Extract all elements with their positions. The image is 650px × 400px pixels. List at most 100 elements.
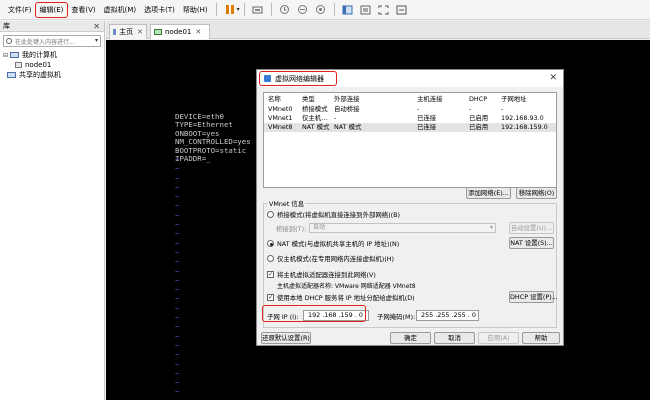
cell: -: [501, 105, 504, 113]
option-label: 使用本地 DHCP 服务将 IP 地址分配给虚拟机(D): [277, 294, 415, 302]
dhcp-settings-button[interactable]: DHCP 设置(P)...: [509, 291, 558, 303]
remove-network-button[interactable]: 移除网络(O): [516, 187, 557, 199]
cell: -: [334, 114, 337, 122]
column-header[interactable]: 子网地址: [501, 95, 527, 104]
cell: VMnet0: [268, 105, 293, 113]
vi-tilde: ~: [175, 247, 180, 257]
cell: -: [469, 105, 472, 113]
vi-tilde: ~: [175, 266, 180, 276]
fullscreen-button[interactable]: [377, 3, 391, 17]
unity-button[interactable]: [359, 3, 373, 17]
menu-view[interactable]: 查看(V): [67, 3, 99, 17]
column-header[interactable]: 类型: [302, 95, 315, 104]
send-keys-button[interactable]: [251, 3, 265, 17]
tab-node01[interactable]: node01 ✕: [150, 24, 210, 39]
bridge-mode-radio[interactable]: 桥接模式(将虚拟机直接连接到外部网络)(B): [267, 210, 400, 219]
pause-button[interactable]: [223, 3, 237, 17]
vi-tilde: ~: [175, 285, 180, 295]
library-header: 库 ✕: [0, 21, 104, 32]
cell: 桥接模式: [302, 105, 328, 113]
bridged-to-select[interactable]: 自动 ▾: [309, 223, 496, 233]
column-header[interactable]: DHCP: [469, 95, 487, 104]
toolbar-separator: [215, 3, 217, 16]
terminal-line: IPADDR=_: [175, 154, 211, 164]
column-header[interactable]: 主机连接: [417, 95, 443, 104]
cell: 192.168.159.0: [501, 123, 548, 131]
dialog-titlebar: 虚拟网络编辑器 ✕: [257, 70, 563, 87]
tree-item-label: 共享的虚拟机: [19, 71, 61, 79]
nat-mode-radio[interactable]: NAT 模式(与虚拟机共享主机的 IP 地址)(N): [267, 239, 399, 248]
vi-tilde: ~: [175, 192, 180, 202]
vi-tilde: ~: [175, 155, 180, 164]
auto-settings-button[interactable]: 自动设置(U)...: [509, 222, 554, 234]
cell: 已连接: [417, 123, 437, 131]
vi-tilde: ~: [175, 368, 180, 378]
terminal-text: DEVICE=eth0 TYPE=Ethernet ONBOOT=yes NM_CON…: [175, 112, 251, 164]
vi-tilde: ~: [175, 378, 180, 388]
restore-defaults-button[interactable]: 还原默认设置(R): [261, 332, 311, 344]
cancel-button[interactable]: 取消: [434, 332, 475, 344]
vi-tilde: ~: [175, 350, 180, 360]
close-icon[interactable]: ✕: [195, 28, 201, 36]
network-row-vmnet8[interactable]: VMnet8 NAT 模式 NAT 模式 已连接 已启用 192.168.159…: [264, 123, 556, 132]
cell: 仅主机...: [302, 114, 328, 122]
vi-tilde: ~: [175, 313, 180, 323]
snapshot-button[interactable]: [278, 3, 292, 17]
pause-icon: [225, 5, 234, 14]
vi-tilde: ~: [175, 238, 180, 248]
cell: NAT 模式: [334, 123, 362, 131]
vi-tilde: ~: [175, 294, 180, 304]
host-only-radio[interactable]: 仅主机模式(在专用网络内连接虚拟机)(H): [267, 254, 394, 263]
radio-icon: [267, 211, 274, 218]
unity-icon: [360, 5, 371, 14]
menu-help[interactable]: 帮助(H): [179, 3, 212, 17]
menu-vm[interactable]: 虚拟机(M): [100, 3, 141, 17]
network-row-vmnet1[interactable]: VMnet1 仅主机... - 已连接 已启用 192.168.93.0: [264, 114, 556, 123]
home-icon: [113, 29, 117, 35]
column-header[interactable]: 外部连接: [334, 95, 360, 104]
snapshot-manager-button[interactable]: [314, 3, 328, 17]
vi-tilde: ~: [175, 257, 180, 267]
bridged-to-value: 自动: [313, 224, 326, 231]
menu-tabs[interactable]: 选项卡(T): [140, 3, 179, 17]
close-icon[interactable]: ✕: [549, 73, 557, 83]
ok-button[interactable]: 确定: [390, 332, 431, 344]
apply-button[interactable]: 应用(A): [478, 332, 519, 344]
close-icon[interactable]: ✕: [93, 21, 100, 32]
tree-item-node01[interactable]: node01: [3, 60, 104, 70]
vi-tilde-column: ~~~~~~~~~~~~~~~~~~~~~~~~~~~: [175, 155, 179, 400]
group-label: VMnet 信息: [268, 199, 306, 208]
chevron-down-icon[interactable]: ▾: [237, 6, 240, 13]
vi-tilde: ~: [175, 340, 180, 350]
menu-file[interactable]: 文件(F): [4, 3, 36, 17]
help-button[interactable]: 帮助: [522, 332, 560, 344]
console-view-icon: [342, 5, 353, 14]
console-view-button[interactable]: [341, 3, 355, 17]
checkbox-icon: ✓: [267, 294, 274, 301]
collapse-icon[interactable]: ⊟: [3, 52, 10, 59]
tree-item-my-computer[interactable]: ⊟ 我的计算机: [3, 50, 104, 60]
use-dhcp-checkbox[interactable]: ✓ 使用本地 DHCP 服务将 IP 地址分配给虚拟机(D): [267, 293, 415, 302]
vi-tilde: ~: [175, 173, 180, 183]
vi-tilde: ~: [175, 220, 180, 230]
radio-icon: [267, 240, 274, 247]
library-search-placeholder: 在此处键入内容进行...: [15, 38, 75, 46]
snapshot-revert-button[interactable]: [296, 3, 310, 17]
tree-item-shared-vms[interactable]: 共享的虚拟机: [3, 70, 104, 80]
chevron-down-icon[interactable]: ▾: [95, 37, 98, 44]
close-icon[interactable]: ✕: [137, 28, 143, 36]
nat-settings-button[interactable]: NAT 设置(S)...: [509, 237, 554, 249]
network-row-vmnet0[interactable]: VMnet0 桥接模式 自动桥接 - - -: [264, 105, 556, 114]
adapter-name-label: 主机虚拟适配器名称: VMware 网络适配器 VMnet8: [277, 283, 416, 290]
stretch-button[interactable]: [395, 3, 409, 17]
column-header[interactable]: 名称: [268, 95, 281, 104]
tab-home[interactable]: 主页 ✕: [109, 24, 147, 39]
vi-tilde: ~: [175, 182, 180, 192]
add-network-button[interactable]: 添加网络(E)...: [466, 187, 511, 199]
menu-edit[interactable]: 编辑(E): [34, 1, 69, 18]
cell: VMnet1: [268, 114, 293, 122]
library-search-input[interactable]: 在此处键入内容进行... ▾: [3, 35, 101, 47]
connect-adapter-checkbox[interactable]: ✓ 将主机虚拟适配器连接到此网络(V): [267, 270, 376, 279]
subnet-mask-input[interactable]: 255 .255 .255 . 0: [416, 310, 479, 321]
vi-tilde: ~: [175, 387, 180, 397]
